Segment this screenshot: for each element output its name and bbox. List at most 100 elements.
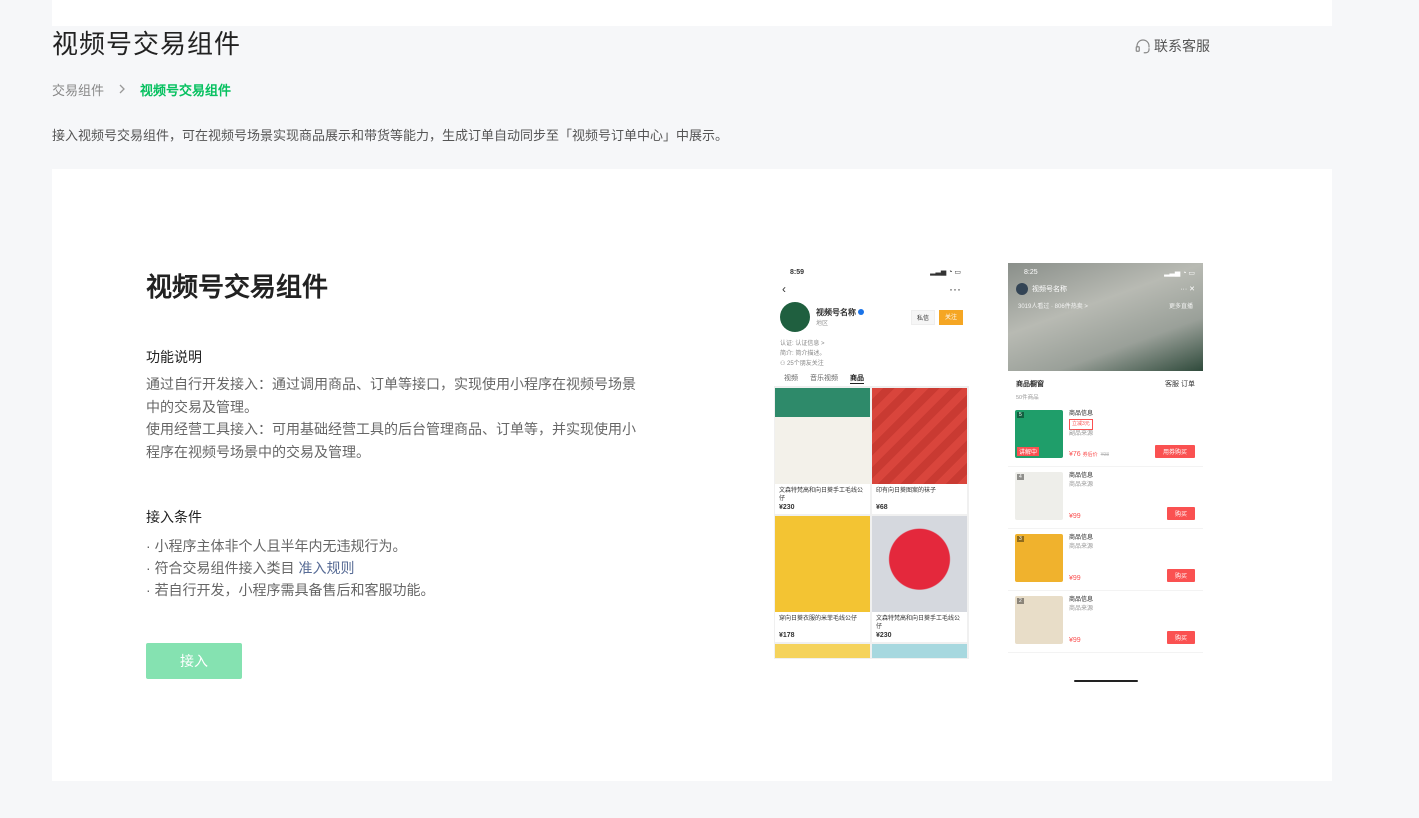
status-time: 8:59 <box>790 268 805 276</box>
shop-product-row: 4 商品信息 商品来源 ¥99 购买 <box>1008 467 1203 529</box>
product-source: 商品来源 <box>1069 482 1094 488</box>
product-index: 4 <box>1017 474 1024 480</box>
page-title: 视频号交易组件 <box>52 29 242 59</box>
status-bar: 8:25 ▂▃▅ ◔ ▭ <box>1008 263 1203 277</box>
headset-icon <box>1135 39 1150 54</box>
profile-nav: ‹ ··· <box>774 279 969 299</box>
product-source: 副品来源 <box>1069 431 1094 437</box>
more-icon: ··· <box>949 282 961 296</box>
product-desc: 印有向日葵图案的袜子 <box>876 488 937 494</box>
host-avatar <box>1016 283 1028 295</box>
host-name: 视频号名称 <box>1032 286 1067 293</box>
product-image: 4 <box>1015 472 1063 520</box>
chevron-right-icon <box>118 82 126 97</box>
join-button[interactable]: 接入 <box>146 643 242 679</box>
live-stats: 3019人看过 · 806件热卖 > 更多直播 <box>1008 301 1203 310</box>
verified-icon <box>858 309 864 315</box>
tab-products: 商品 <box>850 375 864 384</box>
rule-link[interactable]: 准入规则 <box>298 560 354 576</box>
product-card: 文森特梵高和向日葵手工毛线公仔 ¥230 <box>775 388 870 514</box>
signal-battery-icon: ▂▃▅ ◔ ▭ <box>1164 270 1195 277</box>
profile-preview-mockup: 8:59 ▂▃▅ ◔ ▭ ‹ ··· 视频号名称 地区 私信 关注 认证: 认证… <box>774 265 969 687</box>
product-name: 商品信息 <box>1069 535 1094 541</box>
product-card-partial <box>775 644 870 658</box>
product-price: ¥99 <box>1069 513 1081 520</box>
message-button: 私信 <box>910 309 935 325</box>
component-card: 视频号交易组件 功能说明 通过自行开发接入：通过调用商品、订单等接口，实现使用小… <box>52 169 1332 781</box>
product-image <box>872 516 967 612</box>
product-card: 印有向日葵图案的袜子 ¥68 <box>872 388 967 514</box>
shop-actions: 客服 订单 <box>1165 381 1195 388</box>
product-price: ¥68 <box>876 504 888 511</box>
product-source: 商品来源 <box>1069 606 1094 612</box>
product-source: 商品来源 <box>1069 544 1094 550</box>
product-desc: 穿向日葵衣服的米菲毛线公仔 <box>779 616 858 622</box>
breadcrumb-parent[interactable]: 交易组件 <box>52 80 104 99</box>
product-desc: 文森特梵高和向日葵手工毛线公仔 <box>779 488 864 502</box>
breadcrumb-current: 视频号交易组件 <box>140 83 232 98</box>
condition-list: 小程序主体非个人且半年内无违规行为。 符合交易组件接入类目 准入规则 若自行开发… <box>146 535 435 601</box>
home-indicator <box>1074 680 1138 682</box>
buy-button: 购买 <box>1166 631 1195 644</box>
profile-header: 视频号名称 地区 私信 关注 <box>774 299 969 335</box>
live-badge: 讲解中 <box>1017 447 1040 456</box>
status-time: 8:25 <box>1024 269 1038 276</box>
follow-button: 关注 <box>938 309 963 325</box>
product-image <box>872 388 967 484</box>
shop-product-row: 2 商品信息 商品来源 ¥99 购买 <box>1008 591 1203 653</box>
product-price: ¥230 <box>876 632 892 639</box>
profile-meta: 认证: 认证信息 > 简介: 简介描述。 ⚇ 25个朋友关注 <box>774 339 969 369</box>
buy-button: 购买 <box>1166 569 1195 582</box>
status-bar: 8:59 ▂▃▅ ◔ ▭ <box>774 265 969 279</box>
meta-line: 简介: 简介描述。 <box>780 351 826 357</box>
product-index: 5 <box>1017 412 1024 418</box>
coupon-tag: 立减3元 <box>1069 419 1093 430</box>
account-region: 地区 <box>816 321 829 327</box>
product-price: ¥99 <box>1069 637 1081 644</box>
intro-text: 接入视频号交易组件，可在视频号场景实现商品展示和带货等能力，生成订单自动同步至「… <box>52 128 729 143</box>
product-image: 3 <box>1015 534 1063 582</box>
breadcrumb: 交易组件 视频号交易组件 <box>52 80 231 99</box>
function-title: 功能说明 <box>146 349 202 365</box>
product-grid: 文森特梵高和向日葵手工毛线公仔 ¥230 印有向日葵图案的袜子 ¥68 穿向日葵… <box>774 387 969 659</box>
condition-title: 接入条件 <box>146 509 202 525</box>
back-icon: ‹ <box>782 282 786 296</box>
meta-line: ⚇ 25个朋友关注 <box>780 361 824 367</box>
product-name: 商品信息 <box>1069 473 1094 479</box>
profile-tabs: 视频 音乐视频 商品 <box>774 369 969 387</box>
live-video-background: 8:25 ▂▃▅ ◔ ▭ 视频号名称 ··· ✕ 3019人看过 · 806件热… <box>1008 263 1203 371</box>
condition-item: 若自行开发，小程序需具备售后和客服功能。 <box>146 579 435 601</box>
buy-with-coupon-button: 用券购买 <box>1154 445 1195 458</box>
signal-battery-icon: ▂▃▅ ◔ ▭ <box>930 269 961 276</box>
shop-product-row: 5 讲解中 商品信息 立减3元 副品来源 ¥76 券后价 ¥98 用券购买 <box>1008 405 1203 467</box>
live-host: 视频号名称 ··· ✕ <box>1008 277 1203 301</box>
product-index: 3 <box>1017 536 1024 542</box>
product-image <box>775 516 870 612</box>
condition-item: 小程序主体非个人且半年内无违规行为。 <box>146 535 435 557</box>
function-line: 使用经营工具接入：可用基础经营工具的后台管理商品、订单等，并实现使用小程序在视频… <box>146 421 636 460</box>
account-name: 视频号名称 <box>816 307 864 318</box>
product-desc: 文森特梵高和向日葵手工毛线公仔 <box>876 616 961 630</box>
product-count: 50件商品 <box>1016 395 1039 401</box>
people-icon: ⚇ <box>780 361 788 367</box>
function-description: 通过自行开发接入：通过调用商品、订单等接口，实现使用小程序在视频号场景中的交易及… <box>146 373 646 463</box>
contact-label: 联系客服 <box>1154 38 1210 54</box>
product-card: 穿向日葵衣服的米菲毛线公仔 ¥178 <box>775 516 870 642</box>
more-live-link: 更多直播 <box>1168 304 1193 310</box>
avatar <box>780 302 810 332</box>
top-strip <box>52 0 1332 26</box>
viewer-count: 3019人看过 · 806件热卖 > <box>1018 304 1088 310</box>
product-image: 2 <box>1015 596 1063 644</box>
product-card: 文森特梵高和向日葵手工毛线公仔 ¥230 <box>872 516 967 642</box>
condition-item: 符合交易组件接入类目 准入规则 <box>146 557 435 579</box>
product-price: ¥230 <box>779 504 795 511</box>
function-line: 通过自行开发接入：通过调用商品、订单等接口，实现使用小程序在视频号场景中的交易及… <box>146 376 636 415</box>
contact-support-link[interactable]: 联系客服 <box>1134 36 1210 56</box>
product-name: 商品信息 <box>1069 597 1094 603</box>
buy-button: 购买 <box>1166 507 1195 520</box>
tab-videos: 视频 <box>784 375 798 382</box>
product-price: ¥99 <box>1069 575 1081 582</box>
shop-header: 商品橱窗 客服 订单 <box>1008 371 1203 393</box>
live-shop-preview-mockup: 8:25 ▂▃▅ ◔ ▭ 视频号名称 ··· ✕ 3019人看过 · 806件热… <box>1008 263 1203 687</box>
shop-product-row: 3 商品信息 商品来源 ¥99 购买 <box>1008 529 1203 591</box>
